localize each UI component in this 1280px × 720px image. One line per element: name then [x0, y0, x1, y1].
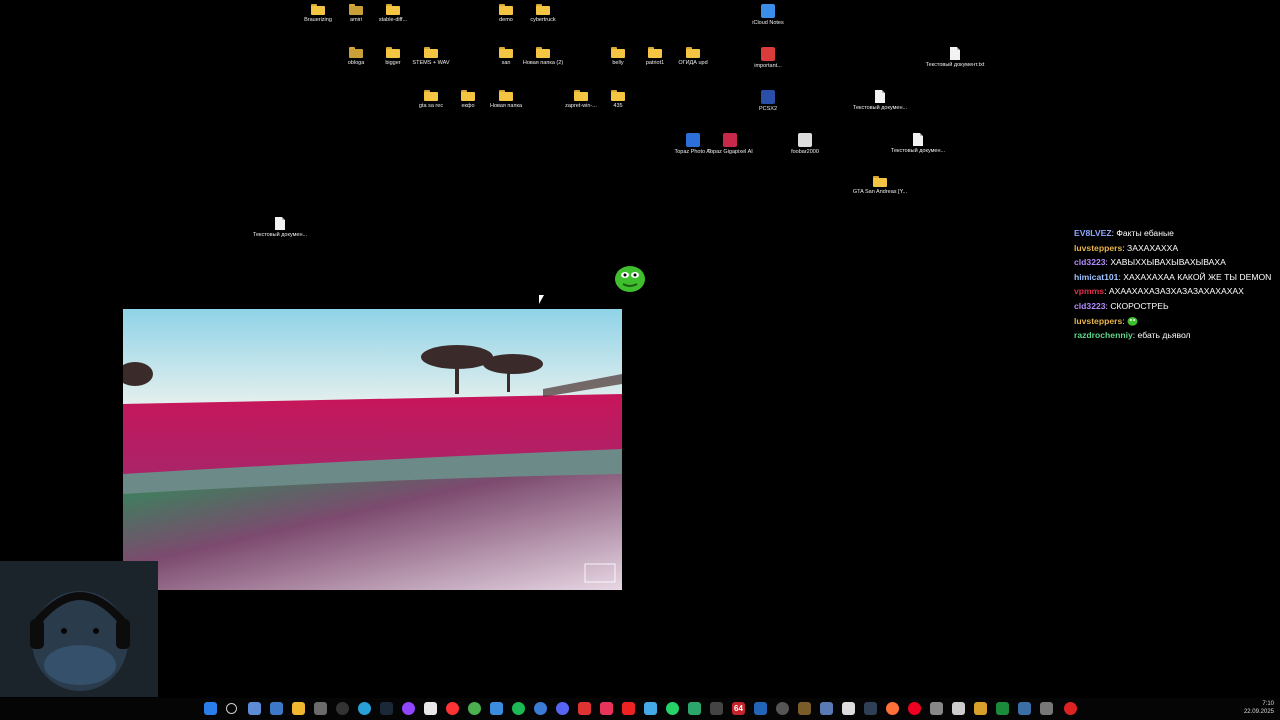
file-icon-text-document-2[interactable]: Текстовый докумен... [848, 90, 912, 112]
telegram-icon[interactable] [358, 702, 371, 715]
chat-message: luvsteppers: [1074, 314, 1280, 329]
clock-icon[interactable] [776, 702, 789, 715]
file-icon-text-document-3[interactable]: Текстовый докумен... [886, 133, 950, 155]
folder-icon [424, 47, 438, 58]
video-player[interactable] [123, 309, 622, 590]
file-icon-text-document-4[interactable]: Текстовый докумен... [248, 217, 312, 239]
firefox-icon[interactable] [886, 702, 899, 715]
nvidia-icon[interactable] [798, 702, 811, 715]
folder-icon-cybertruck[interactable]: cybertruck [511, 4, 575, 24]
folder-icon [536, 4, 550, 15]
webcam-feed [0, 561, 158, 697]
folder-icon [873, 176, 887, 187]
pdf-icon [761, 47, 775, 61]
folder-icon-435[interactable]: 435 [586, 90, 650, 110]
folder-icon [499, 90, 513, 101]
icloud-notes-icon [761, 4, 775, 18]
icloud-icon[interactable] [644, 702, 657, 715]
folder-icon-new-folder-2[interactable]: Новая папка (2) [511, 47, 575, 67]
chat-message: himicat101: ХАХАХАХАА КАКОЙ ЖЕ ТЫ DEMON [1074, 271, 1272, 282]
excel-icon[interactable] [974, 702, 987, 715]
vscode-icon[interactable] [754, 702, 767, 715]
grid-icon[interactable] [864, 702, 877, 715]
vpn-icon[interactable] [820, 702, 833, 715]
taskbar: 64 7:10 22.09.2025 [0, 698, 1280, 720]
widgets-icon[interactable] [270, 702, 283, 715]
screen-icon[interactable] [1040, 702, 1053, 715]
search-icon[interactable] [226, 703, 237, 714]
snipping-icon[interactable] [996, 702, 1009, 715]
text-file-icon [913, 133, 923, 146]
brave-icon[interactable] [622, 702, 635, 715]
unity-icon[interactable] [842, 702, 855, 715]
chat-message: razdrochenniy: ебать дьявол [1074, 330, 1191, 341]
chat-message: cld3223: СКОРОСТРЕЬ [1074, 300, 1169, 311]
text-file-icon [950, 47, 960, 60]
discord-icon[interactable] [556, 702, 569, 715]
app-icon-foobar2000[interactable]: foobar2000 [773, 133, 837, 156]
folder-icon [386, 47, 400, 58]
folder-icon-ogida[interactable]: ОГИДА upd [661, 47, 725, 67]
console-icon[interactable] [710, 702, 723, 715]
terminal-icon[interactable] [314, 702, 327, 715]
pepe-emote-icon [615, 266, 645, 292]
folder-icon [386, 4, 400, 15]
chat-message: luvsteppers: ЗАХАХАХХА [1074, 242, 1179, 253]
whatsapp-icon[interactable] [666, 702, 679, 715]
folder-icon-gta-san-andreas[interactable]: GTA San Andreas [Y... [848, 176, 912, 196]
opera-icon[interactable] [908, 702, 921, 715]
chat-message: EV8LVEZ: Факты ебаные [1074, 228, 1174, 238]
folder-icon [311, 4, 325, 15]
folder-icon [611, 90, 625, 101]
windows-start-icon[interactable] [204, 702, 217, 715]
calendar-icon[interactable] [424, 702, 437, 715]
task-view-icon[interactable] [248, 702, 261, 715]
game-icon[interactable] [688, 702, 701, 715]
yandex-browser-icon[interactable] [446, 702, 459, 715]
pepe-emote-icon [1127, 317, 1138, 326]
topaz-gigapixel-icon [723, 133, 737, 147]
video-frame [123, 309, 622, 590]
settings-icon[interactable] [930, 702, 943, 715]
twitch-icon[interactable] [402, 702, 415, 715]
steam-icon[interactable] [380, 702, 393, 715]
music-icon[interactable] [600, 702, 613, 715]
text-file-icon [875, 90, 885, 103]
chat-message: vpmms: АХААХАХАЗАЗХАЗАЗАХАХАХАХ [1074, 286, 1244, 297]
sandbox-icon[interactable] [1018, 702, 1031, 715]
counter-icon[interactable]: 64 [732, 702, 745, 715]
obs-icon[interactable] [336, 702, 349, 715]
file-explorer-icon[interactable] [292, 702, 305, 715]
folder-icon-stable-diff[interactable]: stable-diff... [361, 4, 425, 24]
folder-icon-new-folder[interactable]: Новая папка [474, 90, 538, 110]
network-icon[interactable] [534, 702, 547, 715]
folder-icon-stems[interactable]: STEMS + WAV [399, 47, 463, 67]
notepad-icon[interactable] [952, 702, 965, 715]
pcsx2-icon [761, 90, 775, 104]
app-icon-icloud-notes[interactable]: iCloud Notes [736, 4, 800, 27]
mail-icon[interactable] [490, 702, 503, 715]
app-icon-important[interactable]: important... [736, 47, 800, 70]
text-file-icon [275, 217, 285, 230]
file-icon-text-document[interactable]: Текстовый документ.txt [923, 47, 987, 69]
folder-icon [536, 47, 550, 58]
chrome-icon[interactable] [468, 702, 481, 715]
spotify-icon[interactable] [512, 702, 525, 715]
system-clock[interactable]: 7:10 22.09.2025 [1244, 700, 1274, 716]
stream-chat: EV8LVEZ: Факты ебаные luvsteppers: ЗАХАХ… [1074, 226, 1280, 343]
media-icon[interactable] [578, 702, 591, 715]
record-icon[interactable] [1064, 702, 1077, 715]
folder-icon [461, 90, 475, 101]
chat-message: cld3223: ХАВЫХХЫВАХЫВАХЫВАХА [1074, 257, 1226, 268]
app-icon-pcsx2[interactable]: PCSX2 [736, 90, 800, 113]
app-icon-topaz-gigapixel[interactable]: Topaz Gigapixel AI [698, 133, 762, 156]
mouse-cursor-icon [539, 295, 544, 304]
folder-icon [686, 47, 700, 58]
folder-icon [648, 47, 662, 58]
foobar2000-icon [798, 133, 812, 147]
webcam-image [0, 561, 158, 697]
